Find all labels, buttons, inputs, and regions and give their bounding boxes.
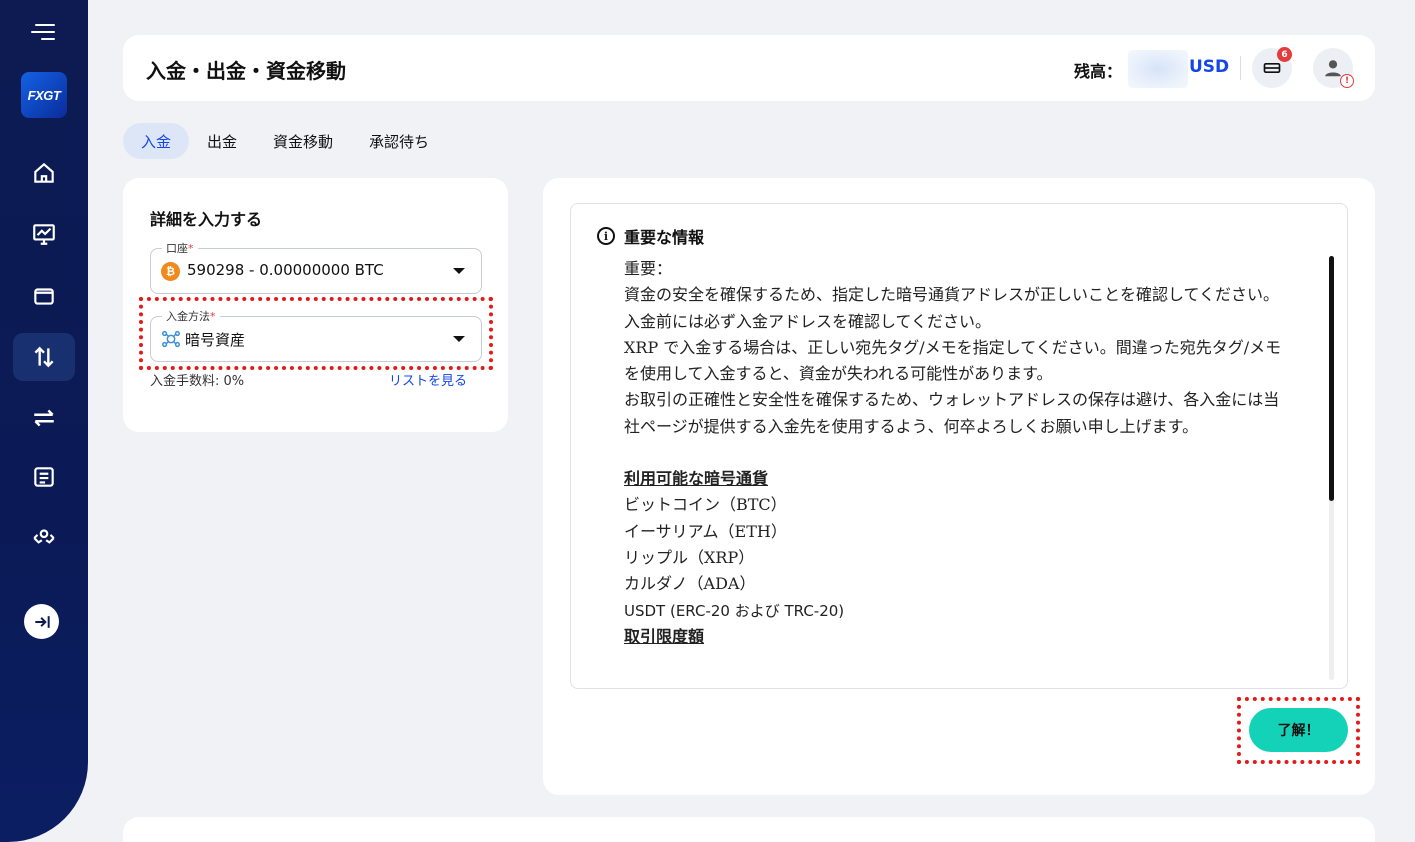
deposit-method-highlight bbox=[139, 297, 493, 370]
view-list-link[interactable]: リストを見る bbox=[389, 370, 467, 389]
profile-button[interactable]: ! bbox=[1313, 48, 1354, 88]
form-title: 詳細を入力する bbox=[150, 210, 263, 229]
account-value: 590298 - 0.00000000 BTC bbox=[187, 261, 384, 279]
menu-icon[interactable] bbox=[31, 22, 55, 42]
balance-value-hidden bbox=[1128, 50, 1188, 88]
currency-item: カルダノ（ADA） bbox=[624, 574, 756, 594]
bitcoin-icon: ₿ bbox=[161, 262, 180, 281]
balance-label: 残高： bbox=[1074, 62, 1123, 81]
info-title: 重要な情報 bbox=[624, 228, 705, 247]
exchange-icon bbox=[34, 409, 54, 427]
info-body: 重要： 資金の安全を確保するため、指定した暗号通貨アドレスが正しいことを確認して… bbox=[624, 256, 1289, 650]
page-header: 入金・出金・資金移動 残高： USD 6 ! bbox=[123, 35, 1375, 101]
profile-warning-icon: ! bbox=[1340, 74, 1354, 88]
caret-down-icon bbox=[453, 268, 465, 274]
currency-item: ビットコイン（BTC） bbox=[624, 495, 787, 515]
acknowledge-button-highlight bbox=[1237, 697, 1360, 764]
tab-withdraw[interactable]: 出金 bbox=[189, 123, 255, 159]
wallet-icon bbox=[34, 288, 54, 305]
info-line: 重要： bbox=[624, 259, 673, 278]
sidebar-item-trading[interactable] bbox=[13, 210, 75, 258]
info-icon: i bbox=[597, 227, 615, 245]
sidebar-item-funds[interactable] bbox=[13, 333, 75, 381]
transfer-arrows-icon bbox=[34, 346, 54, 368]
ticket-icon bbox=[1263, 63, 1281, 73]
home-icon bbox=[34, 162, 54, 183]
sidebar: FXGT bbox=[0, 0, 88, 842]
deposit-fee-text: 入金手数料: 0% bbox=[150, 374, 245, 389]
limits-heading: 取引限度額 bbox=[624, 626, 705, 646]
tab-transfer[interactable]: 資金移動 bbox=[255, 123, 351, 159]
arrow-right-bar-icon bbox=[34, 615, 50, 628]
partner-icon bbox=[33, 529, 55, 544]
header-divider bbox=[1240, 56, 1241, 80]
important-info-box: i 重要な情報 重要： 資金の安全を確保するため、指定した暗号通貨アドレスが正し… bbox=[570, 203, 1348, 689]
sidebar-item-partner[interactable] bbox=[13, 513, 75, 561]
info-header: i 重要な情報 bbox=[597, 224, 704, 248]
tickets-button[interactable]: 6 bbox=[1252, 47, 1292, 88]
chart-icon bbox=[33, 224, 55, 245]
sidebar-expand-button[interactable] bbox=[24, 604, 59, 639]
sidebar-item-home[interactable] bbox=[13, 149, 75, 197]
tab-pending[interactable]: 承認待ち bbox=[351, 123, 447, 159]
currency-item: リップル（XRP） bbox=[624, 547, 755, 567]
sidebar-item-exchange[interactable] bbox=[13, 394, 75, 442]
lower-card bbox=[123, 817, 1375, 842]
balance-currency[interactable]: USD bbox=[1189, 57, 1229, 77]
page-title: 入金・出金・資金移動 bbox=[146, 59, 346, 83]
account-label: 口座* bbox=[162, 240, 198, 256]
info-line: XRP で入金する場合は、正しい宛先タグ/メモを指定してください。間違った宛先タ… bbox=[624, 337, 1282, 384]
currencies-heading: 利用可能な暗号通貨 bbox=[624, 469, 769, 489]
list-icon bbox=[34, 467, 54, 487]
tab-deposit[interactable]: 入金 bbox=[123, 123, 190, 159]
sidebar-item-wallet[interactable] bbox=[13, 272, 75, 320]
info-line: お取引の正確性と安全性を確保するため、ウォレットアドレスの保存は避け、各入金には… bbox=[624, 390, 1280, 436]
fxgt-logo[interactable]: FXGT bbox=[21, 72, 67, 118]
currency-item: イーサリアム（ETH） bbox=[624, 521, 787, 541]
currency-item: USDT (ERC-20 および TRC-20) bbox=[624, 601, 845, 620]
sidebar-item-history[interactable] bbox=[13, 453, 75, 501]
funds-tabs: 入金 出金 資金移動 承認待ち bbox=[123, 123, 447, 159]
notification-badge: 6 bbox=[1277, 47, 1292, 62]
account-select[interactable]: 口座* ₿ 590298 - 0.00000000 BTC bbox=[150, 240, 482, 294]
info-line: 資金の安全を確保するため、指定した暗号通貨アドレスが正しいことを確認してください… bbox=[624, 285, 1280, 331]
scrollbar-thumb[interactable] bbox=[1329, 256, 1334, 501]
